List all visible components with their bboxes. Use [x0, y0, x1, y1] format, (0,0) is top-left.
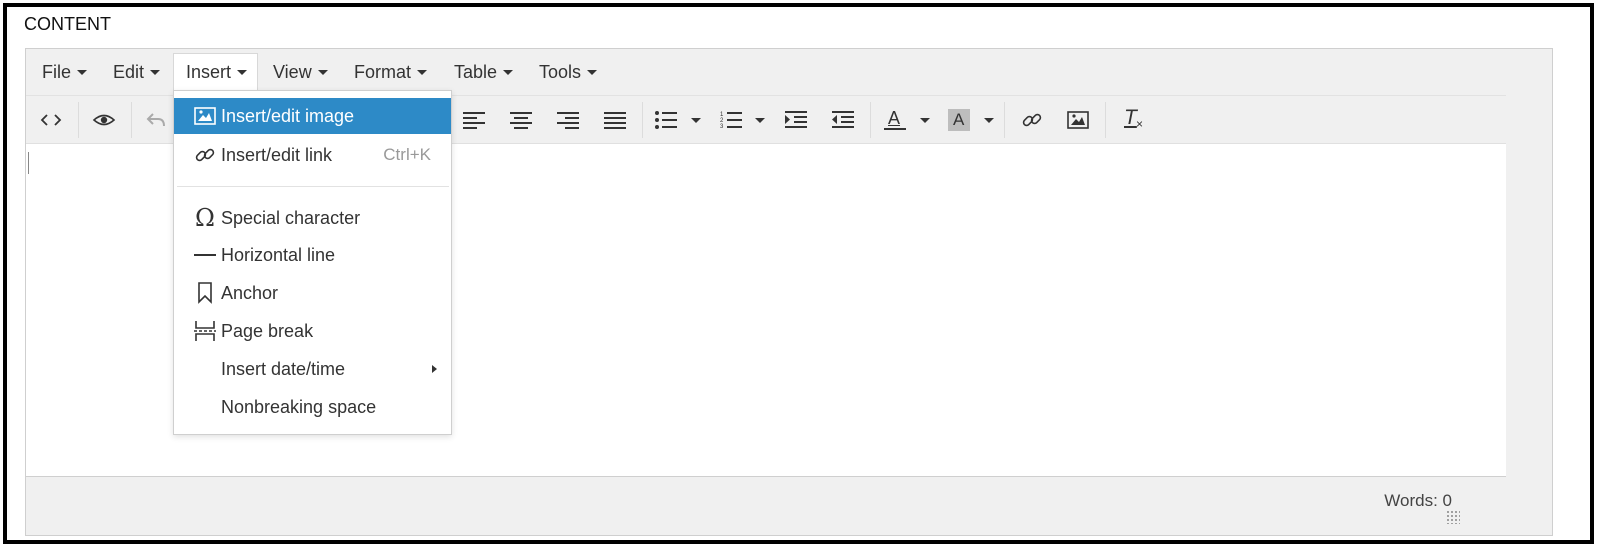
menu-label: Insert [186, 61, 232, 82]
bookmark-icon [193, 281, 217, 305]
menu-label: Table [454, 61, 498, 82]
resize-handle-icon[interactable] [1446, 510, 1460, 524]
align-justify-icon [604, 112, 626, 129]
menu-item-label: Page break [221, 320, 314, 341]
preview-button[interactable] [86, 103, 122, 137]
align-center-icon [510, 112, 532, 129]
background-color-glyph: A [953, 110, 965, 129]
menu-item-shortcut: Ctrl+K [383, 145, 431, 164]
numbered-list-button[interactable]: 1 2 3 [713, 103, 749, 137]
indent-button[interactable] [778, 103, 814, 137]
menu-item-label: Insert/edit image [221, 105, 355, 126]
menu-item-label: Horizontal line [221, 244, 336, 265]
text-color-glyph: A [888, 108, 901, 128]
horizontal-line-item[interactable]: Horizontal line [174, 237, 451, 273]
insert-edit-link-item[interactable]: Insert/edit link Ctrl+K [174, 137, 451, 173]
align-justify-button[interactable] [597, 103, 633, 137]
menu-item-label: Anchor [221, 282, 279, 303]
toolbar-separator [1004, 102, 1005, 138]
background-color-dropdown-icon[interactable] [984, 118, 994, 123]
menu-item-label: Insert date/time [221, 358, 346, 379]
menu-file[interactable]: File [29, 53, 100, 91]
menu-label: Tools [539, 61, 582, 82]
nonbreaking-space-item[interactable]: Nonbreaking space [174, 389, 451, 425]
menu-table[interactable]: Table [441, 53, 526, 91]
indent-icon [785, 111, 807, 128]
clear-formatting-glyph: T [1124, 106, 1137, 129]
insert-date-time-item[interactable]: Insert date/time [174, 351, 451, 387]
link-icon [193, 143, 217, 167]
page-break-icon [193, 319, 217, 343]
link-button[interactable] [1014, 103, 1050, 137]
horizontal-line-icon [193, 243, 217, 267]
anchor-item[interactable]: Anchor [174, 275, 451, 311]
code-icon [40, 114, 62, 126]
align-left-icon [463, 112, 485, 129]
page-break-item[interactable]: Page break [174, 313, 451, 349]
bullet-list-button[interactable] [648, 103, 684, 137]
background-color-button[interactable]: A [941, 103, 977, 137]
menu-edit[interactable]: Edit [100, 53, 173, 91]
image-icon [1067, 111, 1089, 129]
eye-icon [92, 114, 116, 126]
clear-formatting-button[interactable]: T × [1114, 103, 1150, 137]
image-icon [193, 104, 217, 128]
menu-separator [177, 186, 449, 187]
menu-item-label: Nonbreaking space [221, 396, 377, 417]
section-label: CONTENT [24, 14, 111, 34]
word-count: Words: 0 [1384, 491, 1452, 510]
caret-down-icon [317, 69, 328, 75]
menu-format[interactable]: Format [341, 53, 440, 91]
menu-item-label: Insert/edit link [221, 144, 333, 165]
menu-label: File [42, 61, 72, 82]
menu-view[interactable]: View [260, 53, 341, 91]
background-color-icon: A [948, 109, 970, 131]
toolbar-separator [642, 102, 643, 138]
menu-label: Edit [113, 61, 145, 82]
image-button[interactable] [1060, 103, 1096, 137]
menubar: File Edit Insert View Format Table Tools [26, 49, 1506, 96]
undo-icon [146, 113, 165, 127]
outdent-icon [832, 111, 854, 128]
insert-edit-image-item[interactable]: Insert/edit image [174, 98, 451, 134]
menu-tools[interactable]: Tools [526, 53, 610, 91]
toolbar-separator [131, 102, 132, 138]
toolbar-separator [870, 102, 871, 138]
caret-down-icon [417, 69, 428, 75]
caret-down-icon [150, 69, 161, 75]
special-character-item[interactable]: Ω Special character [174, 200, 451, 236]
text-color-dropdown-icon[interactable] [920, 118, 930, 123]
bullet-list-dropdown-icon[interactable] [691, 118, 701, 123]
undo-button[interactable] [138, 103, 174, 137]
status-bar: Words: 0 [26, 477, 1552, 535]
clear-formatting-icon: T × [1124, 106, 1144, 131]
submenu-arrow-icon [432, 365, 437, 373]
caret-down-icon [77, 69, 88, 75]
link-icon [1022, 113, 1042, 127]
svg-text:3: 3 [720, 124, 724, 130]
align-center-button[interactable] [503, 103, 539, 137]
menu-insert[interactable]: Insert [173, 53, 258, 91]
menu-label: Format [354, 61, 412, 82]
omega-icon: Ω [195, 204, 215, 232]
text-color-button[interactable]: A [877, 103, 913, 137]
text-color-icon: A [884, 108, 906, 131]
align-right-icon [557, 112, 579, 129]
toolbar-separator [78, 102, 79, 138]
numbered-list-icon: 1 2 3 [720, 112, 742, 130]
caret-down-icon [503, 69, 514, 75]
menu-item-label: Special character [221, 207, 361, 228]
align-left-button[interactable] [456, 103, 492, 137]
toolbar-separator [1105, 102, 1106, 138]
numbered-list-dropdown-icon[interactable] [755, 118, 765, 123]
align-right-button[interactable] [550, 103, 586, 137]
menu-label: View [273, 61, 312, 82]
outdent-button[interactable] [825, 103, 861, 137]
source-code-button[interactable] [33, 103, 69, 137]
caret-down-icon [237, 69, 248, 75]
caret-down-icon [587, 69, 598, 75]
insert-menu-dropdown: Insert/edit image Insert/edit link Ctrl+… [173, 90, 452, 435]
text-cursor [28, 152, 29, 174]
bullet-list-icon [655, 111, 677, 129]
